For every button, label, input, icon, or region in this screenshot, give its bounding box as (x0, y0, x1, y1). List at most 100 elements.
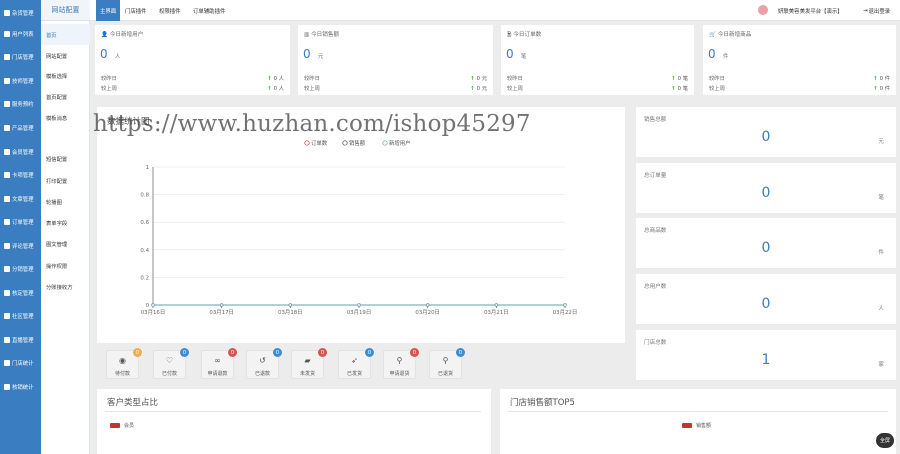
sidebar-item-users[interactable]: 用户列表 (0, 23, 41, 44)
sidebar-item-stores[interactable]: 门店管理 (0, 46, 41, 67)
order-status-returned[interactable]: ⚲ 已退货 0 (429, 348, 465, 379)
total-card-stores: 门店总数 1 家 (636, 330, 896, 380)
chip-label: 已退款 (254, 371, 270, 377)
order-status-shipped[interactable]: ➶ 已发货 0 (338, 348, 374, 379)
submenu-item-template-msg[interactable]: 模板消息 (41, 107, 90, 128)
user-name[interactable]: 妍联美容美发平台【演示】 (778, 0, 843, 21)
order-status-refunded[interactable]: ↺ 已退款 0 (246, 348, 282, 379)
status-badge: 0 (180, 348, 189, 357)
total-value: 0 (761, 185, 771, 201)
sidebar-item-orders[interactable]: 订单管理 (0, 211, 41, 232)
order-status-pending-payment[interactable]: ◉ 待付款 0 (106, 348, 142, 379)
stat-unit: 人 (115, 54, 121, 60)
data-point (563, 303, 567, 307)
stat-card-products: 🛒 今日新增商品 0 件 较昨日 ↑ 0 件 较上周 ↑ 0 件 (703, 25, 896, 95)
sidebar-item-technicians[interactable]: 技师管理 (0, 70, 41, 91)
submenu-item-template[interactable]: 模板选择 (41, 65, 90, 86)
sidebar-item-appointments[interactable]: 服务预约 (0, 93, 41, 114)
total-label: 销售总额 (644, 117, 667, 123)
data-point (357, 303, 361, 307)
truck-icon: ▰ (304, 356, 311, 365)
cmp-label-yesterday: 较昨日 (507, 76, 523, 82)
sidebar-item-store-stats[interactable]: 门店统计 (0, 352, 41, 373)
total-label: 总商品数 (644, 228, 667, 234)
sidebar-item-members[interactable]: 会员管理 (0, 141, 41, 162)
data-point (494, 303, 498, 307)
watermark: https://www.huzhan.com/ishop45297 (93, 111, 531, 137)
sidebar-item-comments[interactable]: 评论管理 (0, 235, 41, 256)
menu-icon (4, 242, 10, 249)
arrow-up-icon: ↑ (470, 76, 475, 82)
menu-icon (4, 148, 10, 155)
y-tick-label: 0.6 (140, 220, 149, 226)
submenu-panel: 网站配置 首页 网站配置 模板选择 首页配置 模板消息 短信配置 打印配置 轮播… (41, 0, 90, 454)
heart-icon: ♡ (165, 356, 174, 365)
submenu-item-print[interactable]: 打印配置 (41, 170, 90, 191)
cmp-value-yesterday: ↑ 0 人 (267, 76, 284, 82)
y-tick-label: 0 (146, 303, 150, 309)
stat-value: 0 (506, 47, 514, 61)
order-status-return-request[interactable]: ⚲ 申请退货 0 (383, 348, 419, 379)
sidebar-item-cards[interactable]: 卡项管理 (0, 164, 41, 185)
status-badge: 0 (318, 348, 327, 357)
tab-order-plugin[interactable]: 订单辅助插件 (189, 0, 229, 21)
total-unit: 家 (878, 362, 884, 368)
legend-label: 订单数 (311, 139, 328, 147)
sidebar-item-distribution[interactable]: 分销管理 (0, 258, 41, 279)
stat-card-sales: ▥ 今日销售额 0 元 较昨日 ↑ 0 元 较上周 ↑ 0 元 (298, 25, 493, 95)
tab-permission-plugin[interactable]: 权限插件 (155, 0, 185, 21)
sidebar-item-articles[interactable]: 文章管理 (0, 188, 41, 209)
submenu-item-site-config[interactable]: 网站配置 (41, 45, 90, 66)
submenu-item-media[interactable]: 图文管理 (41, 233, 90, 254)
x-tick-label: 03月21日 (484, 309, 509, 316)
sidebar-item-verify-stats[interactable]: 核销统计 (0, 376, 41, 397)
y-tick-label: 0.2 (140, 275, 149, 281)
link-icon: ∞ (214, 356, 221, 365)
submenu-item-permissions[interactable]: 操作权限 (41, 255, 90, 276)
submenu-item-carousel[interactable]: 轮播图 (41, 191, 90, 212)
menu-icon (4, 53, 10, 60)
status-badge: 0 (133, 348, 142, 357)
arrow-up-icon: ↑ (671, 86, 676, 92)
order-status-paid[interactable]: ♡ 已付款 0 (153, 348, 189, 379)
sidebar-item-grocery[interactable]: 杂货管理 (0, 2, 41, 23)
submenu-item-form-fields[interactable]: 表单字段 (41, 212, 90, 233)
tab-main[interactable]: 主界面 (96, 0, 121, 21)
order-status-unshipped[interactable]: ▰ 未发货 0 (291, 348, 327, 379)
sidebar-item-community[interactable]: 社区管理 (0, 305, 41, 326)
total-value: 0 (761, 240, 771, 256)
stat-unit: 元 (318, 54, 324, 60)
stat-unit: 笔 (521, 54, 527, 60)
cmp-value-yesterday: ↑ 0 笔 (671, 76, 688, 82)
cmp-label-yesterday: 较昨日 (101, 76, 117, 82)
arrow-up-icon: ↑ (267, 76, 272, 82)
order-status-refund-request[interactable]: ∞ 申请退款 0 (201, 348, 237, 379)
cmp-value-lastweek: ↑ 0 元 (470, 86, 487, 92)
menu-icon (4, 336, 10, 343)
avatar[interactable] (758, 5, 768, 15)
total-card-sales: 销售总额 0 元 (636, 107, 896, 157)
submenu-item-split-receiver[interactable]: 分账接收方 (41, 276, 90, 297)
bike-icon: ⚲ (442, 356, 449, 365)
logout-button[interactable]: ⇥ 退出登录 (863, 0, 890, 21)
cmp-label-yesterday: 较昨日 (709, 76, 725, 82)
status-badge: 0 (365, 348, 374, 357)
menu-icon (4, 100, 10, 107)
stat-value: 0 (303, 47, 311, 61)
customer-type-title: 客户类型占比 (107, 398, 159, 408)
submenu-item-home[interactable]: 首页 (41, 24, 90, 45)
rocket-icon: ➶ (351, 356, 358, 365)
menu-icon (4, 124, 10, 131)
submenu-item-sms[interactable]: 短信配置 (41, 148, 90, 169)
total-value: 0 (761, 129, 771, 145)
sidebar-item-products[interactable]: 产品管理 (0, 117, 41, 138)
fullscreen-button[interactable]: 全屏 (876, 433, 894, 448)
chip-label: 已付款 (161, 371, 177, 377)
divider (105, 411, 481, 412)
submenu-item-home-config[interactable]: 首页配置 (41, 86, 90, 107)
sidebar-item-verification[interactable]: 核定管理 (0, 282, 41, 303)
tab-store-plugin[interactable]: 门店插件 (121, 0, 151, 21)
sidebar-item-live[interactable]: 直播管理 (0, 329, 41, 350)
menu-icon (4, 218, 10, 225)
total-label: 总用户数 (644, 284, 667, 290)
